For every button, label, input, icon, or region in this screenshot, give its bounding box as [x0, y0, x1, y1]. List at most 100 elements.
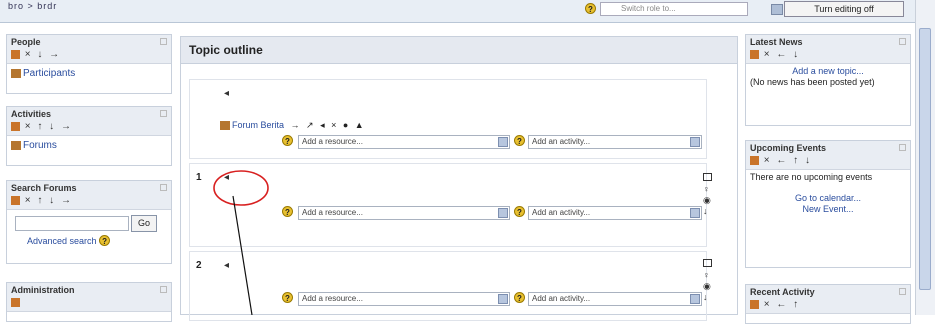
block-move-icons[interactable]: × ↑ ↓ →: [25, 195, 73, 206]
roles-icon[interactable]: [750, 155, 759, 165]
help-icon[interactable]: ?: [585, 3, 596, 14]
section-number: 2: [196, 260, 202, 271]
search-forums-block: Search Forums × ↑ ↓ → Go Advanced search…: [6, 180, 172, 264]
course-section-1: 1 ◂ ? Add a resource... ? Add an activit…: [189, 163, 707, 247]
chevron-down-icon[interactable]: [498, 137, 508, 147]
collapse-icon[interactable]: [899, 38, 906, 45]
chevron-down-icon[interactable]: [690, 294, 700, 304]
block-title: Search Forums: [11, 183, 77, 193]
events-empty-text: There are no upcoming events: [750, 172, 873, 182]
block-title: People: [11, 37, 41, 47]
course-section-2: 2 ◂ ? Add a resource... ? Add an activit…: [189, 251, 707, 321]
advanced-search-link[interactable]: Advanced search: [27, 236, 97, 246]
scrollbar-thumb[interactable]: [919, 28, 931, 290]
collapse-icon[interactable]: [899, 144, 906, 151]
chevron-down-icon[interactable]: [690, 208, 700, 218]
block-content: Participants: [7, 64, 171, 83]
move-down-icon[interactable]: ↓: [703, 206, 712, 217]
roles-icon[interactable]: [11, 195, 20, 205]
new-event-link[interactable]: New Event...: [802, 204, 853, 214]
add-resource-label: Add a resource...: [302, 137, 363, 146]
highlight-icon[interactable]: [703, 259, 712, 267]
turn-editing-label: Turn editing off: [814, 4, 874, 14]
section-1-controls: ♀ ◉ ↓: [703, 173, 712, 217]
add-activity-select[interactable]: Add an activity...: [528, 135, 702, 149]
chevron-down-icon[interactable]: [771, 4, 783, 15]
breadcrumb[interactable]: bro > brdr: [8, 1, 57, 11]
block-move-icons[interactable]: × ↓ →: [25, 49, 61, 60]
block-move-icons[interactable]: × ← ↓: [764, 49, 800, 60]
edit-summary-icon[interactable]: ◂: [224, 260, 229, 271]
activities-block: Activities × ↑ ↓ → Forums: [6, 106, 172, 166]
chevron-down-icon[interactable]: [498, 208, 508, 218]
edit-summary-icon[interactable]: ◂: [224, 172, 229, 183]
block-edit-icons[interactable]: [11, 297, 20, 308]
advanced-search: Advanced search ?: [27, 235, 111, 246]
help-icon[interactable]: ?: [514, 292, 525, 303]
chevron-down-icon[interactable]: [498, 294, 508, 304]
news-empty-text: (No news has been posted yet): [750, 77, 875, 87]
forum-link[interactable]: Forum Berita: [232, 120, 284, 130]
roles-icon[interactable]: [11, 49, 20, 59]
eye-icon[interactable]: ◉: [703, 281, 712, 292]
block-content: Forums: [7, 136, 171, 155]
block-edit-icons[interactable]: × ↑ ↓ →: [11, 121, 73, 132]
lightbulb-icon[interactable]: ♀: [703, 270, 712, 281]
add-activity-select[interactable]: Add an activity...: [528, 292, 702, 306]
switch-role-select[interactable]: ? Switch role to...: [585, 2, 748, 16]
participants-link[interactable]: Participants: [23, 68, 75, 79]
roles-icon[interactable]: [750, 49, 759, 59]
collapse-icon[interactable]: [160, 38, 167, 45]
block-edit-icons[interactable]: × ↑ ↓ →: [11, 195, 73, 206]
add-topic-link[interactable]: Add a new topic...: [792, 66, 864, 76]
add-activity-select[interactable]: Add an activity...: [528, 206, 702, 220]
top-navbar: bro > brdr ? Switch role to... Turn edit…: [0, 0, 915, 23]
collapse-icon[interactable]: [160, 286, 167, 293]
page-title: Topic outline: [181, 37, 737, 64]
block-move-icons[interactable]: × ↑ ↓ →: [25, 121, 73, 132]
forum-edit-icons[interactable]: → ↗ ◂ × ● ▲: [291, 120, 366, 130]
edit-summary-icon[interactable]: ◂: [224, 88, 229, 99]
help-icon[interactable]: ?: [282, 292, 293, 303]
block-content: Add a new topic... (No news has been pos…: [746, 64, 910, 90]
help-icon[interactable]: ?: [99, 235, 111, 246]
go-button[interactable]: Go: [131, 215, 157, 232]
section-number: 1: [196, 172, 202, 183]
eye-icon[interactable]: ◉: [703, 195, 712, 206]
upcoming-events-block: Upcoming Events × ← ↑ ↓ There are no upc…: [745, 140, 911, 268]
forum-row: Forum Berita → ↗ ◂ × ● ▲: [220, 120, 366, 131]
block-edit-icons[interactable]: × ← ↑: [750, 299, 800, 310]
chevron-down-icon[interactable]: [690, 137, 700, 147]
highlight-icon[interactable]: [703, 173, 712, 181]
block-move-icons[interactable]: × ← ↑ ↓: [764, 155, 812, 166]
forums-link[interactable]: Forums: [23, 140, 57, 151]
help-icon[interactable]: ?: [514, 206, 525, 217]
help-icon[interactable]: ?: [514, 135, 525, 146]
lightbulb-icon[interactable]: ♀: [703, 184, 712, 195]
collapse-icon[interactable]: [899, 288, 906, 295]
turn-editing-off-button[interactable]: Turn editing off: [771, 1, 904, 17]
add-resource-select[interactable]: Add a resource...: [298, 292, 510, 306]
collapse-icon[interactable]: [160, 110, 167, 117]
add-activity-label: Add an activity...: [532, 294, 591, 303]
roles-icon[interactable]: [11, 297, 20, 307]
block-title: Administration: [11, 285, 75, 295]
help-icon[interactable]: ?: [282, 135, 293, 146]
recent-activity-block: Recent Activity × ← ↑: [745, 284, 911, 324]
block-move-icons[interactable]: × ← ↑: [764, 299, 800, 310]
block-edit-icons[interactable]: × ↓ →: [11, 49, 61, 60]
topic-outline: Topic outline ◂ Forum Berita → ↗ ◂ × ● ▲…: [180, 36, 738, 321]
add-resource-label: Add a resource...: [302, 208, 363, 217]
collapse-icon[interactable]: [160, 184, 167, 191]
roles-icon[interactable]: [11, 121, 20, 131]
section-2-controls: ♀ ◉ ↓: [703, 259, 712, 303]
roles-icon[interactable]: [750, 299, 759, 309]
move-down-icon[interactable]: ↓: [703, 292, 712, 303]
go-to-calendar-link[interactable]: Go to calendar...: [795, 193, 861, 203]
search-input[interactable]: [15, 216, 129, 231]
add-resource-select[interactable]: Add a resource...: [298, 206, 510, 220]
add-resource-select[interactable]: Add a resource...: [298, 135, 510, 149]
block-edit-icons[interactable]: × ← ↑ ↓: [750, 155, 812, 166]
help-icon[interactable]: ?: [282, 206, 293, 217]
block-edit-icons[interactable]: × ← ↓: [750, 49, 800, 60]
